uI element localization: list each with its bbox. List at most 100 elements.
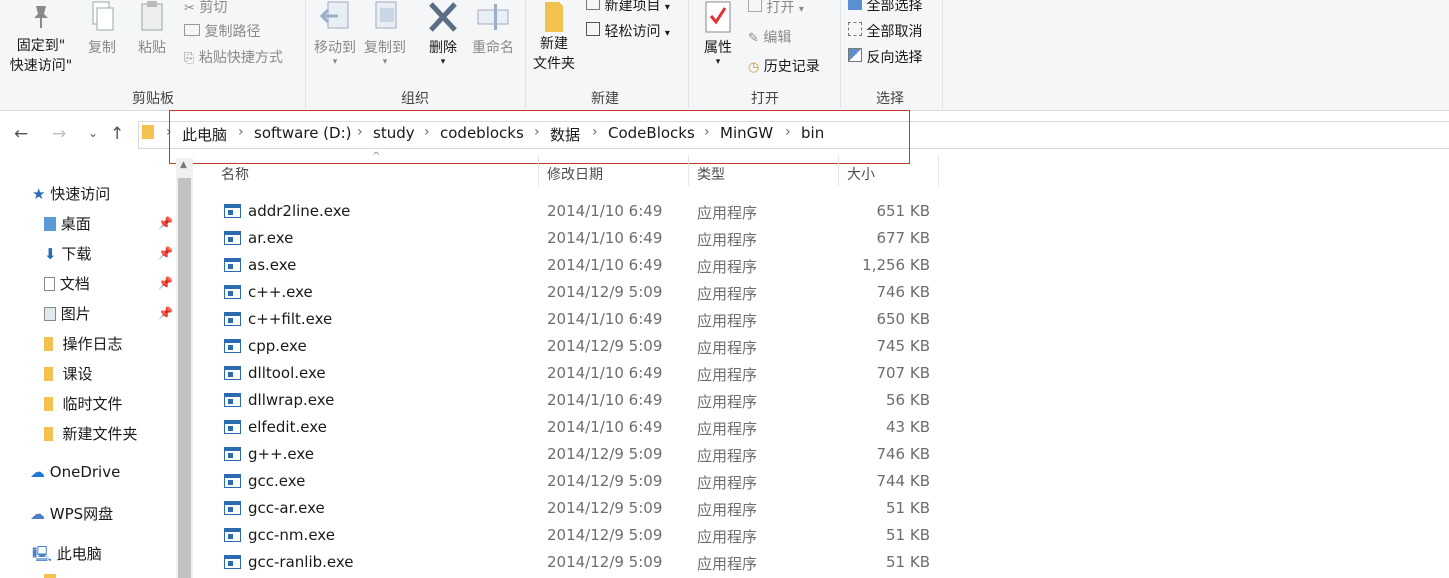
- file-date: 2014/1/10 6:49: [547, 418, 663, 436]
- pin-icon[interactable]: 📌: [158, 246, 173, 260]
- pin-icon[interactable]: 📌: [158, 276, 173, 290]
- select-all-icon: [848, 0, 862, 10]
- move-to-button[interactable]: 移动到 ▾: [310, 0, 360, 67]
- file-name[interactable]: as.exe: [248, 256, 296, 274]
- new-folder-label-2: 文件夹: [533, 56, 575, 72]
- nav-this-pc[interactable]: 🖳 此电脑: [32, 543, 102, 569]
- column-header-type[interactable]: 类型: [697, 164, 725, 184]
- select-none-button[interactable]: 全部取消: [848, 22, 922, 42]
- file-name[interactable]: cpp.exe: [248, 337, 307, 355]
- file-name[interactable]: gcc-ranlib.exe: [248, 553, 354, 571]
- nav-item-documents[interactable]: 文档: [44, 273, 90, 294]
- exe-file-icon: [224, 204, 241, 218]
- file-type: 应用程序: [697, 420, 758, 438]
- rename-button[interactable]: 重命名: [468, 0, 518, 58]
- properties-check-icon: [705, 1, 731, 33]
- copy-to-button[interactable]: 复制到 ▾: [360, 0, 410, 67]
- file-name[interactable]: dlltool.exe: [248, 364, 326, 382]
- column-header-date[interactable]: 修改日期: [547, 164, 603, 184]
- select-all-button[interactable]: 全部选择: [848, 0, 922, 16]
- file-size: 677 KB: [876, 229, 930, 247]
- file-type: 应用程序: [697, 285, 758, 303]
- file-size: 56 KB: [886, 391, 930, 409]
- column-divider[interactable]: [538, 156, 539, 186]
- properties-button[interactable]: 属性 ▾: [697, 0, 739, 67]
- column-header-name[interactable]: 名称: [221, 164, 249, 184]
- nav-item-downloads[interactable]: ⬇ 下载: [44, 243, 91, 264]
- nav-item-operation-log[interactable]: 操作日志: [44, 333, 123, 354]
- nav-onedrive[interactable]: ☁ OneDrive: [30, 463, 120, 481]
- file-type: 应用程序: [697, 366, 758, 384]
- file-name[interactable]: dllwrap.exe: [248, 391, 334, 409]
- paste-button[interactable]: 粘贴: [132, 0, 172, 58]
- cloud-outline-icon: ☁: [30, 505, 45, 523]
- invert-selection-button[interactable]: 反向选择: [848, 48, 922, 68]
- file-name[interactable]: g++.exe: [248, 445, 314, 463]
- copy-path-button[interactable]: 复制路径: [184, 22, 260, 42]
- nav-this-pc-label: 此电脑: [56, 545, 102, 563]
- column-divider[interactable]: [938, 156, 939, 186]
- nav-item-desktop[interactable]: 桌面: [44, 213, 91, 234]
- group-divider: [305, 0, 306, 108]
- exe-file-icon: [224, 258, 241, 272]
- edit-button[interactable]: ✎ 编辑: [748, 28, 791, 49]
- file-name[interactable]: ar.exe: [248, 229, 293, 247]
- nav-quick-access[interactable]: ★ 快速访问: [32, 183, 110, 204]
- nav-item-label: 操作日志: [62, 335, 123, 353]
- file-name[interactable]: elfedit.exe: [248, 418, 327, 436]
- new-group-label: 新建: [591, 91, 619, 107]
- rename-icon: [477, 4, 509, 30]
- pin-to-quick-access-button[interactable]: 固定到" 快速访问": [8, 2, 74, 76]
- new-item-button[interactable]: 新建项目 ▾: [586, 0, 670, 18]
- file-name[interactable]: gcc-ar.exe: [248, 499, 325, 517]
- pin-icon[interactable]: 📌: [158, 306, 173, 320]
- column-divider[interactable]: [838, 156, 839, 186]
- nav-item-pictures[interactable]: 图片: [44, 303, 91, 324]
- copy-path-label: 复制路径: [204, 24, 261, 40]
- edit-icon: ✎: [748, 31, 759, 46]
- copy-button[interactable]: 复制: [82, 0, 122, 58]
- edit-label: 编辑: [763, 30, 792, 46]
- group-divider: [942, 0, 943, 108]
- computer-icon: 🖳: [32, 545, 53, 563]
- nav-item-new-folder[interactable]: 新建文件夹: [44, 423, 138, 444]
- file-name[interactable]: gcc-nm.exe: [248, 526, 335, 544]
- recent-locations-chevron-icon[interactable]: ⌄: [88, 126, 98, 140]
- up-arrow-icon[interactable]: ↑: [110, 124, 124, 144]
- paste-shortcut-button[interactable]: ⎘ 粘贴快捷方式: [184, 48, 283, 69]
- file-name[interactable]: gcc.exe: [248, 472, 305, 490]
- column-divider[interactable]: [688, 156, 689, 186]
- open-button[interactable]: 打开 ▾: [748, 0, 804, 20]
- file-type: 应用程序: [697, 312, 758, 330]
- column-header-size[interactable]: 大小: [847, 164, 875, 184]
- clipboard-group-label: 剪贴板: [132, 91, 174, 107]
- folder-icon: [142, 125, 154, 139]
- file-date: 2014/1/10 6:49: [547, 256, 663, 274]
- dropdown-arrow-icon: ▾: [332, 57, 338, 67]
- nav-wps[interactable]: ☁ WPS网盘: [30, 503, 113, 524]
- nav-item-temp-files[interactable]: 临时文件: [44, 393, 123, 414]
- scroll-up-icon[interactable]: ▲: [180, 160, 187, 170]
- nav-quick-access-label: 快速访问: [50, 185, 111, 203]
- file-date: 2014/12/9 5:09: [547, 445, 663, 463]
- back-arrow-icon[interactable]: ←: [14, 124, 28, 144]
- cut-button[interactable]: ✂ 剪切: [184, 0, 227, 19]
- move-to-label: 移动到: [314, 40, 356, 56]
- nav-item-course-design[interactable]: 课设: [44, 363, 93, 384]
- easy-access-button[interactable]: 轻松访问 ▾: [586, 22, 670, 44]
- pin-icon[interactable]: 📌: [158, 216, 173, 230]
- delete-button[interactable]: 删除 ▾: [422, 0, 464, 67]
- history-clock-icon: ◷: [748, 60, 760, 75]
- nav-scrollbar-thumb[interactable]: [178, 178, 191, 578]
- file-name[interactable]: c++.exe: [248, 283, 313, 301]
- select-group-label: 选择: [876, 91, 904, 107]
- file-name[interactable]: addr2line.exe: [248, 202, 350, 220]
- forward-arrow-icon[interactable]: →: [52, 124, 66, 144]
- select-none-label: 全部取消: [866, 24, 923, 40]
- new-folder-button[interactable]: 新建 文件夹: [530, 0, 578, 74]
- dropdown-arrow-icon: ▾: [382, 57, 388, 67]
- history-button[interactable]: ◷ 历史记录: [748, 57, 820, 78]
- folder-icon: [44, 367, 53, 381]
- download-arrow-icon: ⬇: [44, 245, 57, 263]
- file-name[interactable]: c++filt.exe: [248, 310, 332, 328]
